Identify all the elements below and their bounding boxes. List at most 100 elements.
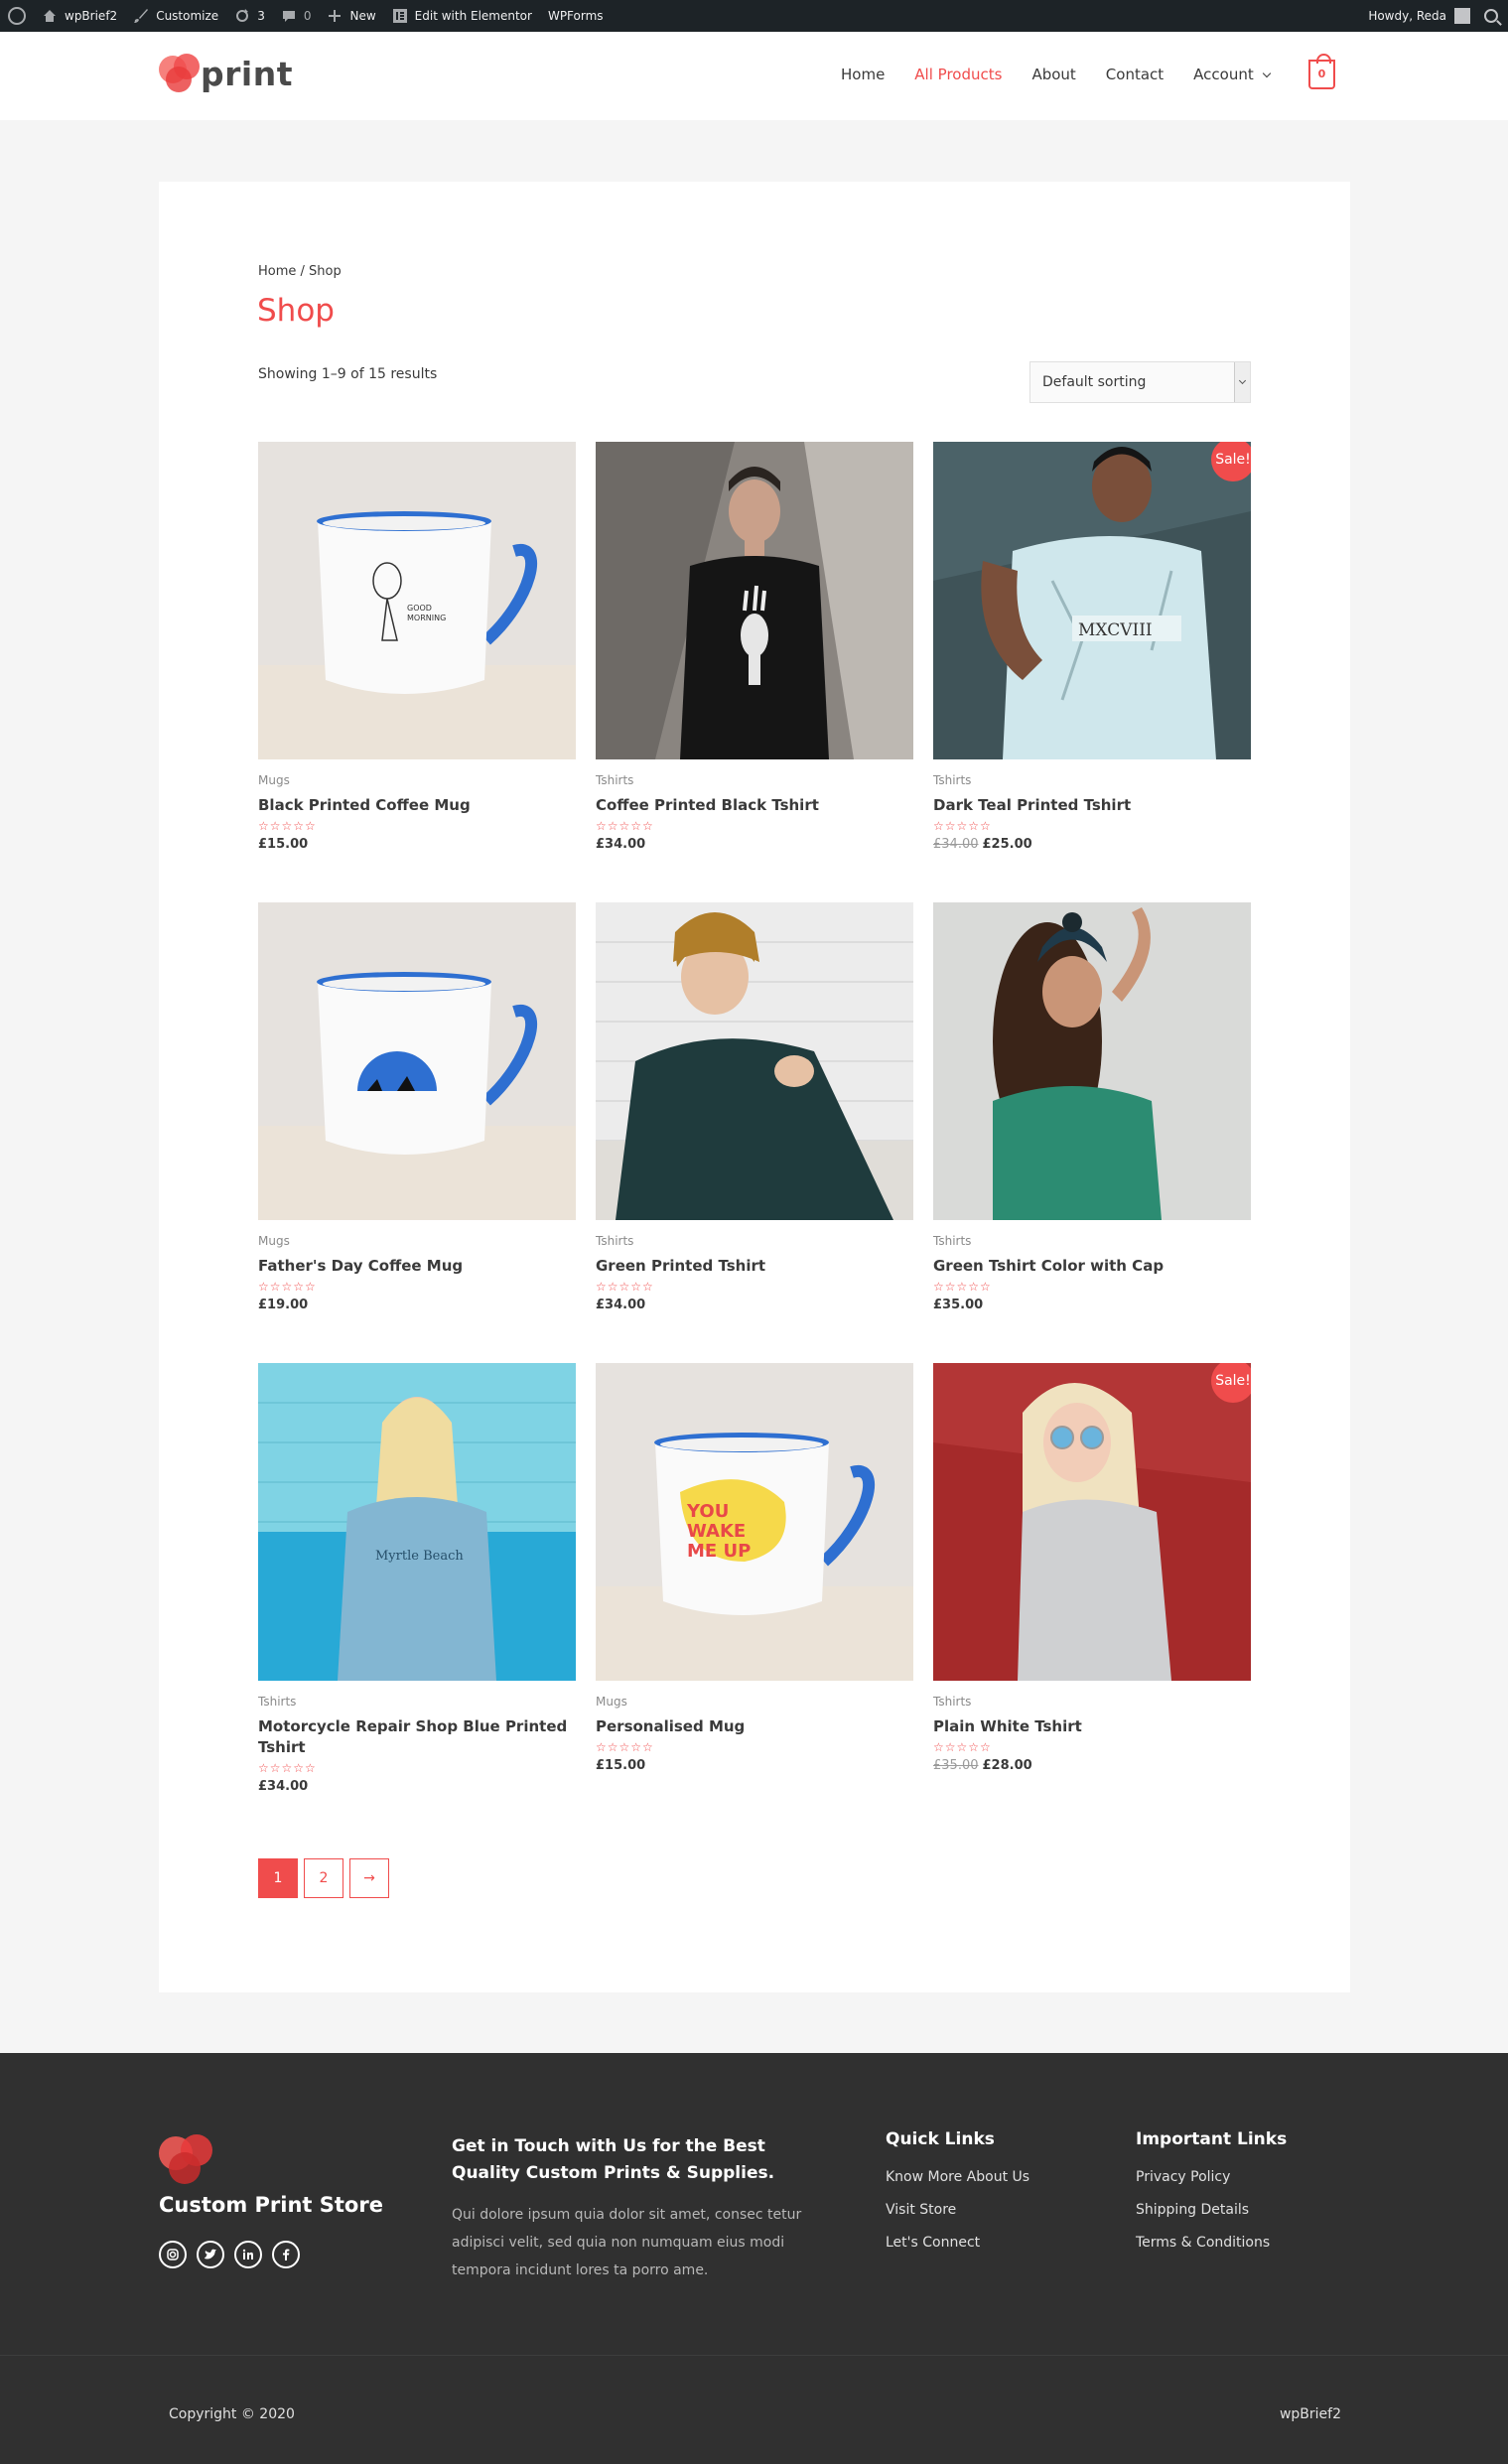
copyright: Copyright © 2020 — [169, 2406, 295, 2422]
admin-new[interactable]: New — [319, 0, 383, 32]
product-name[interactable]: Black Printed Coffee Mug — [258, 795, 576, 816]
product-card[interactable]: Myrtle Beach Tshirts Motorcycle Repair S… — [258, 1363, 576, 1794]
product-card[interactable]: Tshirts Green Printed Tshirt ☆☆☆☆☆ £34.0… — [596, 902, 913, 1312]
admin-elementor-label: Edit with Elementor — [414, 9, 532, 23]
comment-icon — [281, 8, 297, 24]
admin-bar: wpBrief2 Customize 3 0 New Edit with Ele… — [0, 0, 1508, 32]
rating-stars: ☆☆☆☆☆ — [596, 819, 654, 833]
product-image[interactable] — [933, 902, 1251, 1220]
product-name[interactable]: Motorcycle Repair Shop Blue Printed Tshi… — [258, 1716, 576, 1758]
price-current: £34.00 — [596, 837, 646, 852]
admin-account[interactable]: Howdy, Reda — [1360, 0, 1470, 32]
svg-text:ME UP: ME UP — [687, 1541, 751, 1562]
product-image[interactable]: Sale! — [933, 1363, 1251, 1681]
search-icon[interactable] — [1484, 9, 1498, 23]
svg-text:MXCVIII: MXCVIII — [1078, 620, 1153, 640]
facebook-icon[interactable] — [272, 2241, 300, 2268]
product-card[interactable]: GOOD MORNING Mugs Black Printed Coffee M… — [258, 442, 576, 852]
product-image[interactable]: Myrtle Beach — [258, 1363, 576, 1681]
important-links-title: Important Links — [1136, 2129, 1288, 2149]
admin-site-name[interactable]: wpBrief2 — [34, 0, 125, 32]
product-card[interactable]: YOU WAKE ME UP Mugs Personalised Mug ☆☆☆… — [596, 1363, 913, 1773]
sale-badge: Sale! — [1211, 442, 1251, 481]
product-name[interactable]: Coffee Printed Black Tshirt — [596, 795, 913, 816]
product-card[interactable]: MXCVIII Sale! Tshirts Dark Teal Printed … — [933, 442, 1251, 852]
product-category: Mugs — [258, 773, 290, 787]
page-1-button[interactable]: 1 — [258, 1858, 298, 1898]
footer-link[interactable]: Visit Store — [886, 2202, 1029, 2218]
footer-brand: Custom Print Store — [159, 2193, 383, 2217]
product-name[interactable]: Plain White Tshirt — [933, 1716, 1251, 1737]
nav-account[interactable]: Account — [1193, 66, 1271, 83]
footer-cta-heading: Get in Touch with Us for the Best Qualit… — [452, 2136, 775, 2183]
footer-link[interactable]: Let's Connect — [886, 2235, 1029, 2251]
rating-stars: ☆☆☆☆☆ — [258, 1280, 317, 1294]
admin-new-label: New — [349, 9, 376, 23]
product-price: £34.00 £25.00 — [933, 837, 1251, 852]
product-card[interactable]: Mugs Father's Day Coffee Mug ☆☆☆☆☆ £19.0… — [258, 902, 576, 1312]
footer-link[interactable]: Shipping Details — [1136, 2202, 1287, 2218]
admin-comments[interactable]: 0 — [273, 0, 320, 32]
sorting-select[interactable]: Default sorting — [1029, 361, 1251, 403]
product-name[interactable]: Green Printed Tshirt — [596, 1256, 913, 1277]
nav-about[interactable]: About — [1031, 66, 1075, 83]
admin-updates[interactable]: 3 — [226, 0, 273, 32]
site-footer: Custom Print Store Get in Touch with Us … — [0, 2053, 1508, 2464]
product-image[interactable] — [258, 902, 576, 1220]
sorting-value: Default sorting — [1042, 374, 1147, 390]
nav-contact[interactable]: Contact — [1106, 66, 1164, 83]
product-image[interactable]: YOU WAKE ME UP — [596, 1363, 913, 1681]
wordpress-menu[interactable] — [0, 0, 34, 32]
rating-stars: ☆☆☆☆☆ — [933, 1740, 992, 1754]
nav-all-products[interactable]: All Products — [914, 66, 1002, 83]
logo-mark-icon — [159, 52, 206, 95]
chevron-down-icon — [1234, 362, 1250, 402]
linkedin-icon[interactable] — [234, 2241, 262, 2268]
product-name[interactable]: Personalised Mug — [596, 1716, 913, 1737]
admin-comments-count: 0 — [303, 9, 312, 23]
footer-divider — [0, 2355, 1508, 2356]
nav-home[interactable]: Home — [841, 66, 885, 83]
footer-link[interactable]: Terms & Conditions — [1136, 2235, 1287, 2251]
site-logo[interactable]: print — [159, 52, 293, 95]
quick-links-title: Quick Links — [886, 2129, 995, 2149]
page-2-button[interactable]: 2 — [304, 1858, 343, 1898]
admin-elementor[interactable]: Edit with Elementor — [384, 0, 540, 32]
cart-button[interactable]: 0 — [1308, 54, 1335, 89]
svg-text:WAKE: WAKE — [687, 1521, 746, 1542]
sale-badge: Sale! — [1211, 1363, 1251, 1403]
breadcrumb[interactable]: Home / Shop — [258, 264, 342, 279]
next-page-button[interactable]: → — [349, 1858, 389, 1898]
product-category: Mugs — [258, 1234, 290, 1248]
brush-icon — [133, 8, 149, 24]
result-count: Showing 1–9 of 15 results — [258, 366, 438, 382]
admin-updates-count: 3 — [257, 9, 265, 23]
product-price: £34.00 — [596, 837, 913, 852]
footer-link[interactable]: Know More About Us — [886, 2169, 1029, 2185]
price-original: £34.00 — [933, 837, 979, 852]
price-original: £35.00 — [933, 1758, 979, 1773]
product-name[interactable]: Green Tshirt Color with Cap — [933, 1256, 1251, 1277]
product-name[interactable]: Father's Day Coffee Mug — [258, 1256, 576, 1277]
footer-quick-links: Quick Links Know More About Us Visit Sto… — [886, 2129, 1029, 2267]
admin-customize[interactable]: Customize — [125, 0, 226, 32]
product-name[interactable]: Dark Teal Printed Tshirt — [933, 795, 1251, 816]
price-current: £28.00 — [982, 1758, 1032, 1773]
instagram-icon[interactable] — [159, 2241, 187, 2268]
admin-wpforms[interactable]: WPForms — [540, 0, 612, 32]
product-price: £34.00 — [596, 1298, 913, 1312]
product-card[interactable]: Tshirts Coffee Printed Black Tshirt ☆☆☆☆… — [596, 442, 913, 852]
twitter-icon[interactable] — [197, 2241, 224, 2268]
product-price: £15.00 — [258, 837, 576, 852]
product-image[interactable] — [596, 442, 913, 759]
product-card[interactable]: Tshirts Green Tshirt Color with Cap ☆☆☆☆… — [933, 902, 1251, 1312]
product-card[interactable]: Sale! Tshirts Plain White Tshirt ☆☆☆☆☆ £… — [933, 1363, 1251, 1773]
admin-wpforms-label: WPForms — [547, 9, 604, 23]
product-image[interactable]: GOOD MORNING — [258, 442, 576, 759]
footer-link[interactable]: Privacy Policy — [1136, 2169, 1287, 2185]
product-image[interactable]: MXCVIII Sale! — [933, 442, 1251, 759]
product-price: £34.00 — [258, 1779, 576, 1794]
product-image[interactable] — [596, 902, 913, 1220]
product-category: Tshirts — [933, 773, 972, 787]
svg-text:GOOD: GOOD — [407, 604, 432, 613]
